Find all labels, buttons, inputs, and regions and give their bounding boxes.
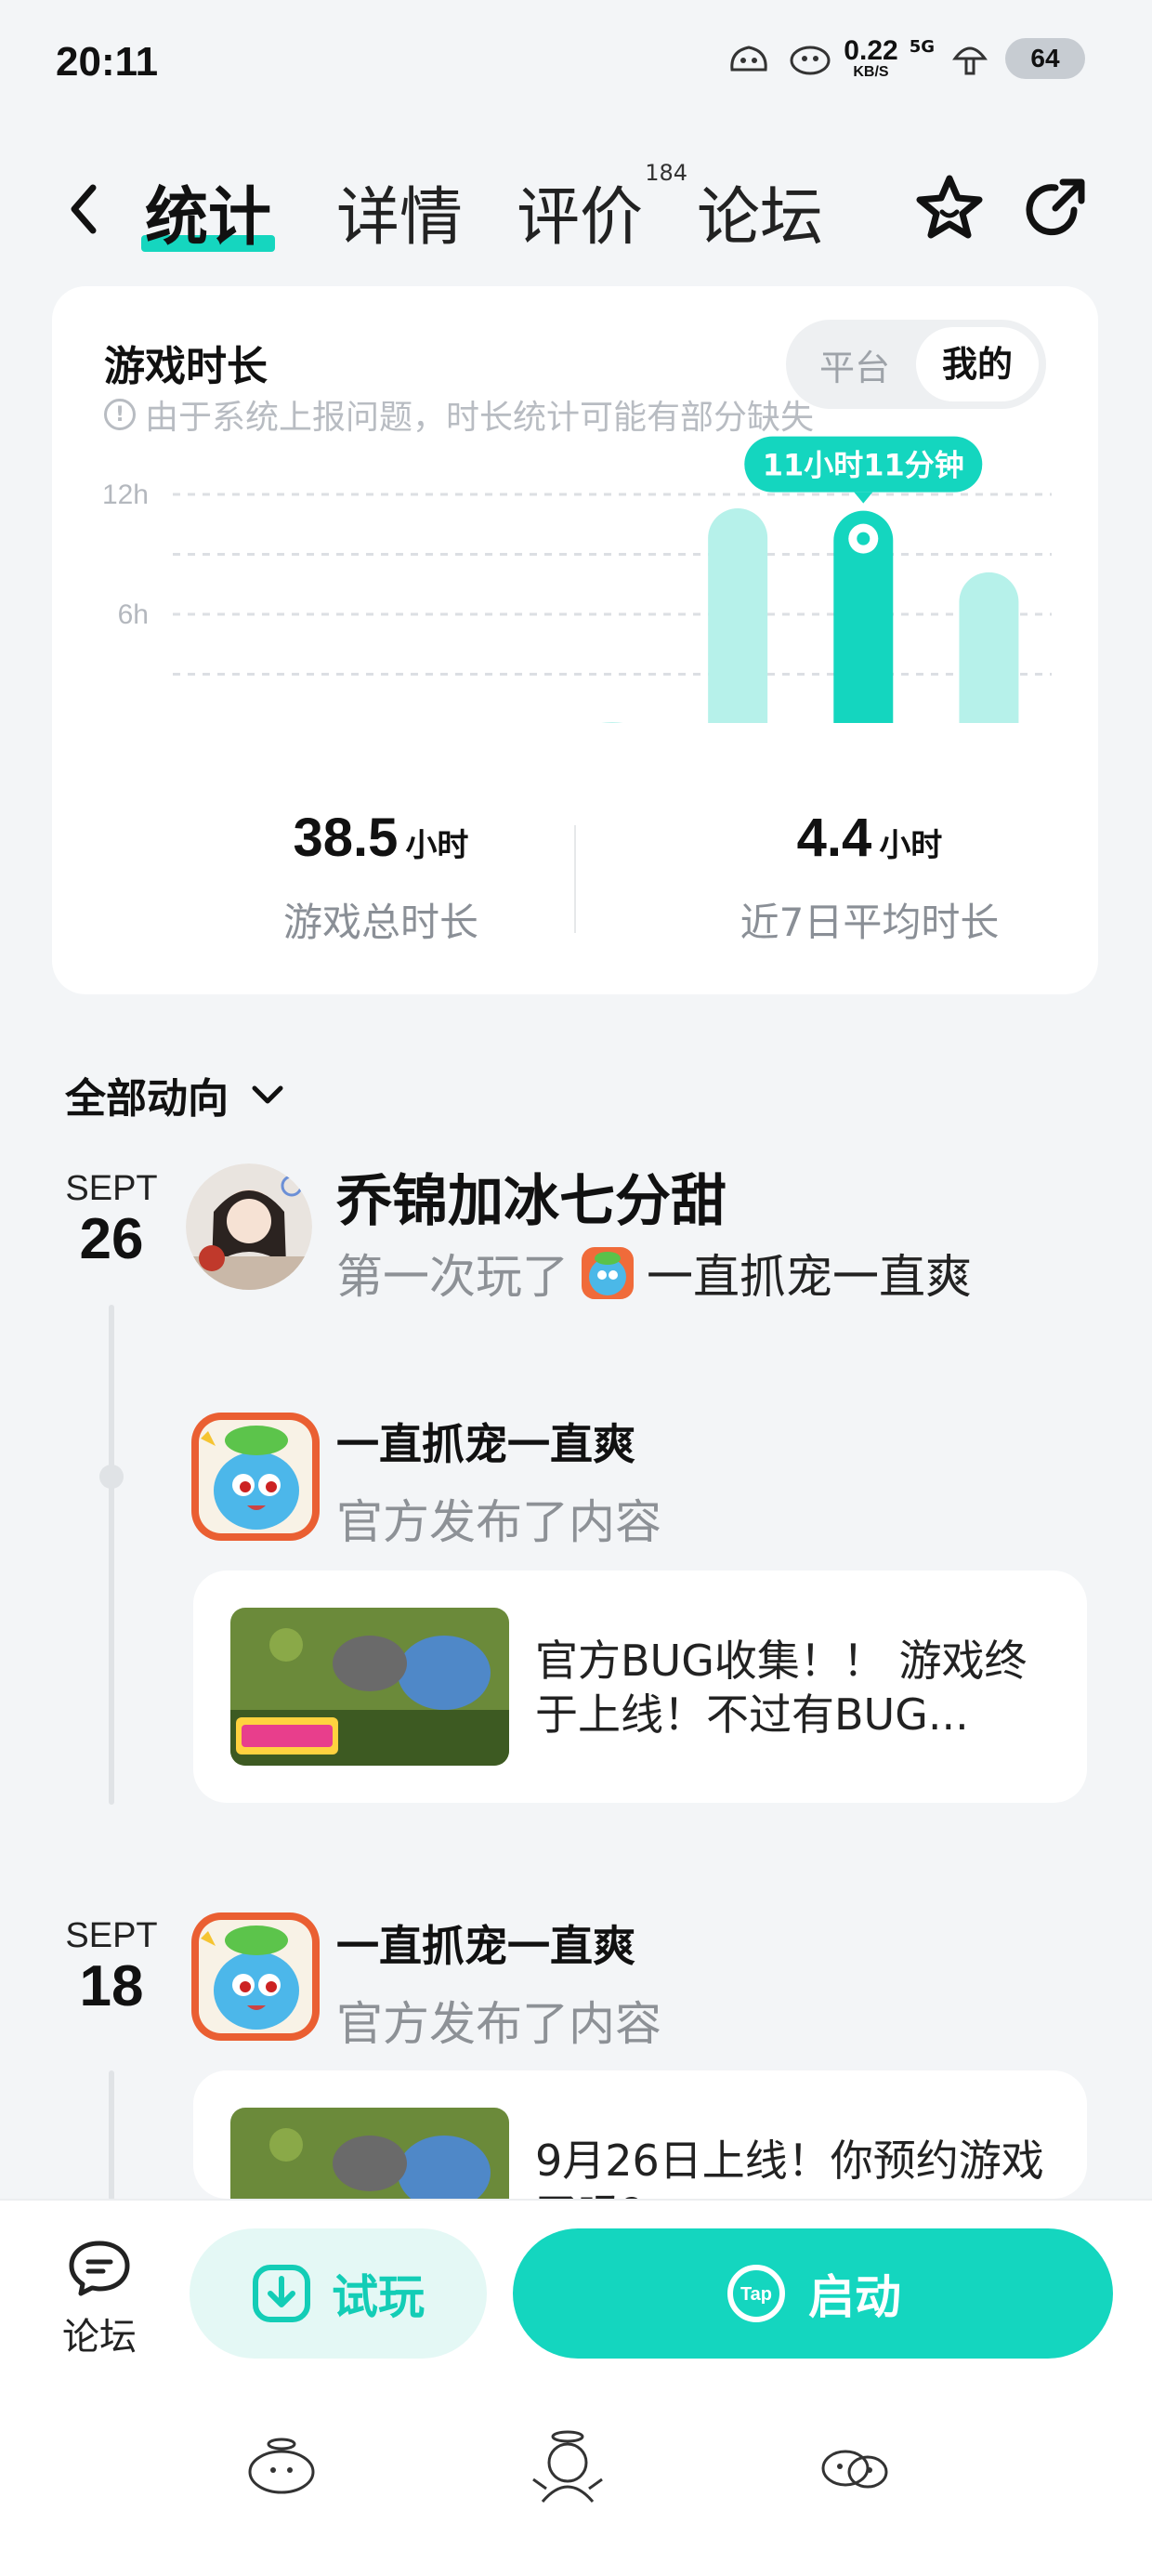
game-icon[interactable] <box>191 1912 320 2041</box>
try-button[interactable]: 试玩 <box>190 2228 487 2359</box>
activity-filter[interactable]: 全部动向 <box>65 1065 286 1124</box>
post-card[interactable]: 9月26日上线！你预约游戏了吗？ <box>193 2070 1087 2199</box>
mushroom-icon <box>952 46 988 75</box>
network-label: 5G <box>909 37 935 57</box>
forum-button[interactable]: 论坛 <box>58 2238 141 2360</box>
status-icons: 0.22 KB/S 5G 64 <box>725 37 1085 80</box>
game-icon[interactable] <box>191 1413 320 1541</box>
ghost-icon <box>730 46 767 72</box>
y-tick-label: 0h <box>118 719 149 723</box>
entry-date: SEPT 18 <box>65 1916 158 2018</box>
review-count-badge: 184 <box>645 160 688 186</box>
system-nav-bar <box>0 2424 1152 2535</box>
net-speed: 0.22 KB/S <box>844 35 898 80</box>
game-action: 官方发布了内容 <box>336 1997 661 2051</box>
forum-label: 论坛 <box>62 2316 137 2359</box>
cloud-face-icon <box>790 46 831 75</box>
post-text: 官方BUG收集！！ 游戏终于上线！不过有BUG... <box>535 1636 1028 1740</box>
stats-divider <box>574 825 576 933</box>
entry-date: SEPT 26 <box>65 1169 158 1271</box>
post-thumbnail <box>230 1608 509 1766</box>
tab-reviews[interactable]: 评价 184 <box>517 160 687 257</box>
status-bar: 20:11 0.22 KB/S 5G 64 <box>0 0 1152 130</box>
card-title: 游戏时长 <box>104 343 268 390</box>
timeline-line <box>109 1305 114 1805</box>
post-text: 9月26日上线！你预约游戏了吗？ <box>535 2136 1044 2199</box>
game-action: 官方发布了内容 <box>336 1495 661 1549</box>
total-playtime-value: 38.5 <box>293 808 399 868</box>
battery-indicator: 64 <box>1005 38 1085 79</box>
creature-nav-icon[interactable] <box>812 2424 896 2507</box>
ghost-nav-icon[interactable] <box>240 2424 323 2507</box>
tooltip-pointer <box>854 492 873 504</box>
avg-playtime-label: 近7日平均时长 <box>740 900 1000 945</box>
playtime-card: 游戏时长 ! 由于系统上报问题，时长统计可能有部分缺失 平台 我的 0h6h12… <box>52 286 1098 994</box>
game-mini-icon <box>582 1247 634 1299</box>
chevron-down-icon <box>252 1085 283 1104</box>
download-icon <box>253 2265 310 2322</box>
post-thumbnail <box>230 2108 509 2199</box>
tooltip-label: 11小时11分钟 <box>763 448 964 483</box>
bar <box>601 722 623 723</box>
tab-details[interactable]: 详情 <box>336 165 463 257</box>
top-nav: 统计 详情 评价 184 论坛 <box>0 149 1152 269</box>
activity-text: 第一次玩了 一直抓宠一直爽 <box>336 1240 972 1307</box>
star-icon[interactable] <box>910 169 988 247</box>
game-link[interactable]: 一直抓宠一直爽 <box>647 1240 972 1307</box>
game-name[interactable]: 一直抓宠一直爽 <box>336 1912 635 1974</box>
chat-bubble-icon <box>69 2241 130 2296</box>
home-character-icon[interactable] <box>526 2424 609 2507</box>
share-icon[interactable] <box>1016 169 1094 247</box>
playtime-bar-chart: 0h6h12h9/239/249/259/269/279/2811小时11分钟9… <box>102 436 1052 723</box>
bar <box>959 572 1019 723</box>
tap-logo-icon: Tap <box>727 2265 785 2322</box>
avg-playtime-value: 4.4 <box>796 808 872 868</box>
post-card[interactable]: 官方BUG收集！！ 游戏终于上线！不过有BUG... <box>193 1571 1087 1803</box>
y-tick-label: 12h <box>102 480 149 510</box>
svg-text:Tap: Tap <box>740 2284 772 2305</box>
timeline-dot <box>99 1465 124 1489</box>
total-playtime-unit: 小时 <box>405 828 469 863</box>
bar <box>708 508 768 723</box>
launch-button[interactable]: Tap 启动 <box>513 2228 1113 2359</box>
tab-stats[interactable]: 统计 <box>141 165 276 257</box>
source-toggle[interactable]: 平台 我的 <box>786 320 1046 409</box>
back-icon[interactable] <box>58 177 113 242</box>
toggle-mine[interactable]: 我的 <box>916 327 1039 401</box>
timeline-line <box>109 2070 114 2201</box>
playtime-summary: 38.5 小时 游戏总时长 4.4 小时 近7日平均时长 <box>52 807 1098 974</box>
game-name[interactable]: 一直抓宠一直爽 <box>336 1411 635 1472</box>
user-avatar[interactable] <box>186 1163 312 1290</box>
avg-playtime-unit: 小时 <box>879 828 943 863</box>
total-playtime-label: 游戏总时长 <box>282 900 478 945</box>
user-name[interactable]: 乔锦加冰七分甜 <box>336 1156 727 1237</box>
total-playtime: 38.5 小时 游戏总时长 <box>149 807 613 948</box>
bottom-action-bar: 论坛 试玩 Tap 启动 <box>0 2199 1152 2576</box>
clock: 20:11 <box>56 39 159 85</box>
tab-forum[interactable]: 论坛 <box>697 165 823 257</box>
y-tick-label: 6h <box>118 599 149 630</box>
toggle-platform[interactable]: 平台 <box>793 339 916 390</box>
highlight-marker-dot <box>857 532 871 545</box>
avg-playtime: 4.4 小时 近7日平均时长 <box>637 807 1102 948</box>
